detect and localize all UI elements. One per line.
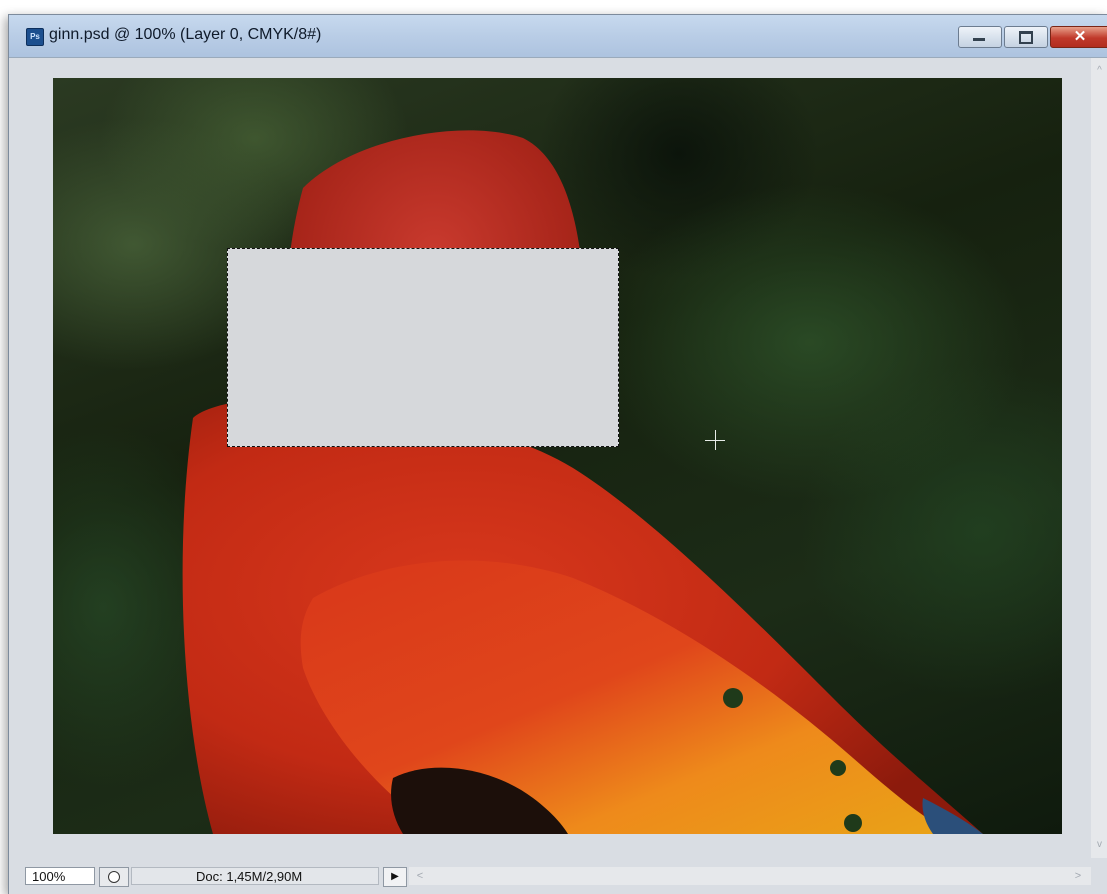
blue-feather bbox=[922, 798, 983, 834]
document-window: Ps ginn.psd @ 100% (Layer 0, CMYK/8#) ✕ … bbox=[8, 14, 1107, 894]
minimize-button[interactable] bbox=[958, 26, 1002, 48]
scroll-down-icon[interactable]: v bbox=[1091, 838, 1107, 852]
status-bar: 100% Doc: 1,45M/2,90M ▶ < > bbox=[9, 858, 1107, 894]
title-bar[interactable]: Ps ginn.psd @ 100% (Layer 0, CMYK/8#) ✕ bbox=[9, 15, 1107, 58]
scroll-left-icon[interactable]: < bbox=[413, 867, 427, 885]
scroll-right-icon[interactable]: > bbox=[1071, 867, 1085, 885]
clock-icon bbox=[108, 871, 120, 883]
image-canvas[interactable] bbox=[53, 78, 1062, 834]
vertical-scrollbar[interactable]: ^ v bbox=[1091, 58, 1107, 858]
horizontal-scrollbar[interactable]: < > bbox=[409, 867, 1091, 885]
minimize-icon bbox=[973, 38, 985, 41]
feather-spot-3 bbox=[844, 814, 862, 832]
marquee-selection[interactable] bbox=[227, 248, 619, 447]
maximize-icon bbox=[1019, 31, 1033, 44]
document-size-info: Doc: 1,45M/2,90M bbox=[131, 867, 379, 885]
timing-button[interactable] bbox=[99, 867, 129, 887]
close-button[interactable]: ✕ bbox=[1050, 26, 1107, 48]
close-icon: ✕ bbox=[1073, 28, 1087, 45]
crosshair-cursor-vertical bbox=[715, 430, 716, 450]
scroll-up-icon[interactable]: ^ bbox=[1091, 64, 1107, 78]
document-title: ginn.psd @ 100% (Layer 0, CMYK/8#) bbox=[49, 26, 322, 43]
photoshop-app-icon: Ps bbox=[26, 28, 44, 46]
maximize-button[interactable] bbox=[1004, 26, 1048, 48]
parrot-image bbox=[182, 130, 983, 834]
status-menu-arrow-icon[interactable]: ▶ bbox=[383, 867, 407, 887]
zoom-level-field[interactable]: 100% bbox=[25, 867, 95, 885]
feather-spot-2 bbox=[830, 760, 846, 776]
feather-spot-1 bbox=[723, 688, 743, 708]
